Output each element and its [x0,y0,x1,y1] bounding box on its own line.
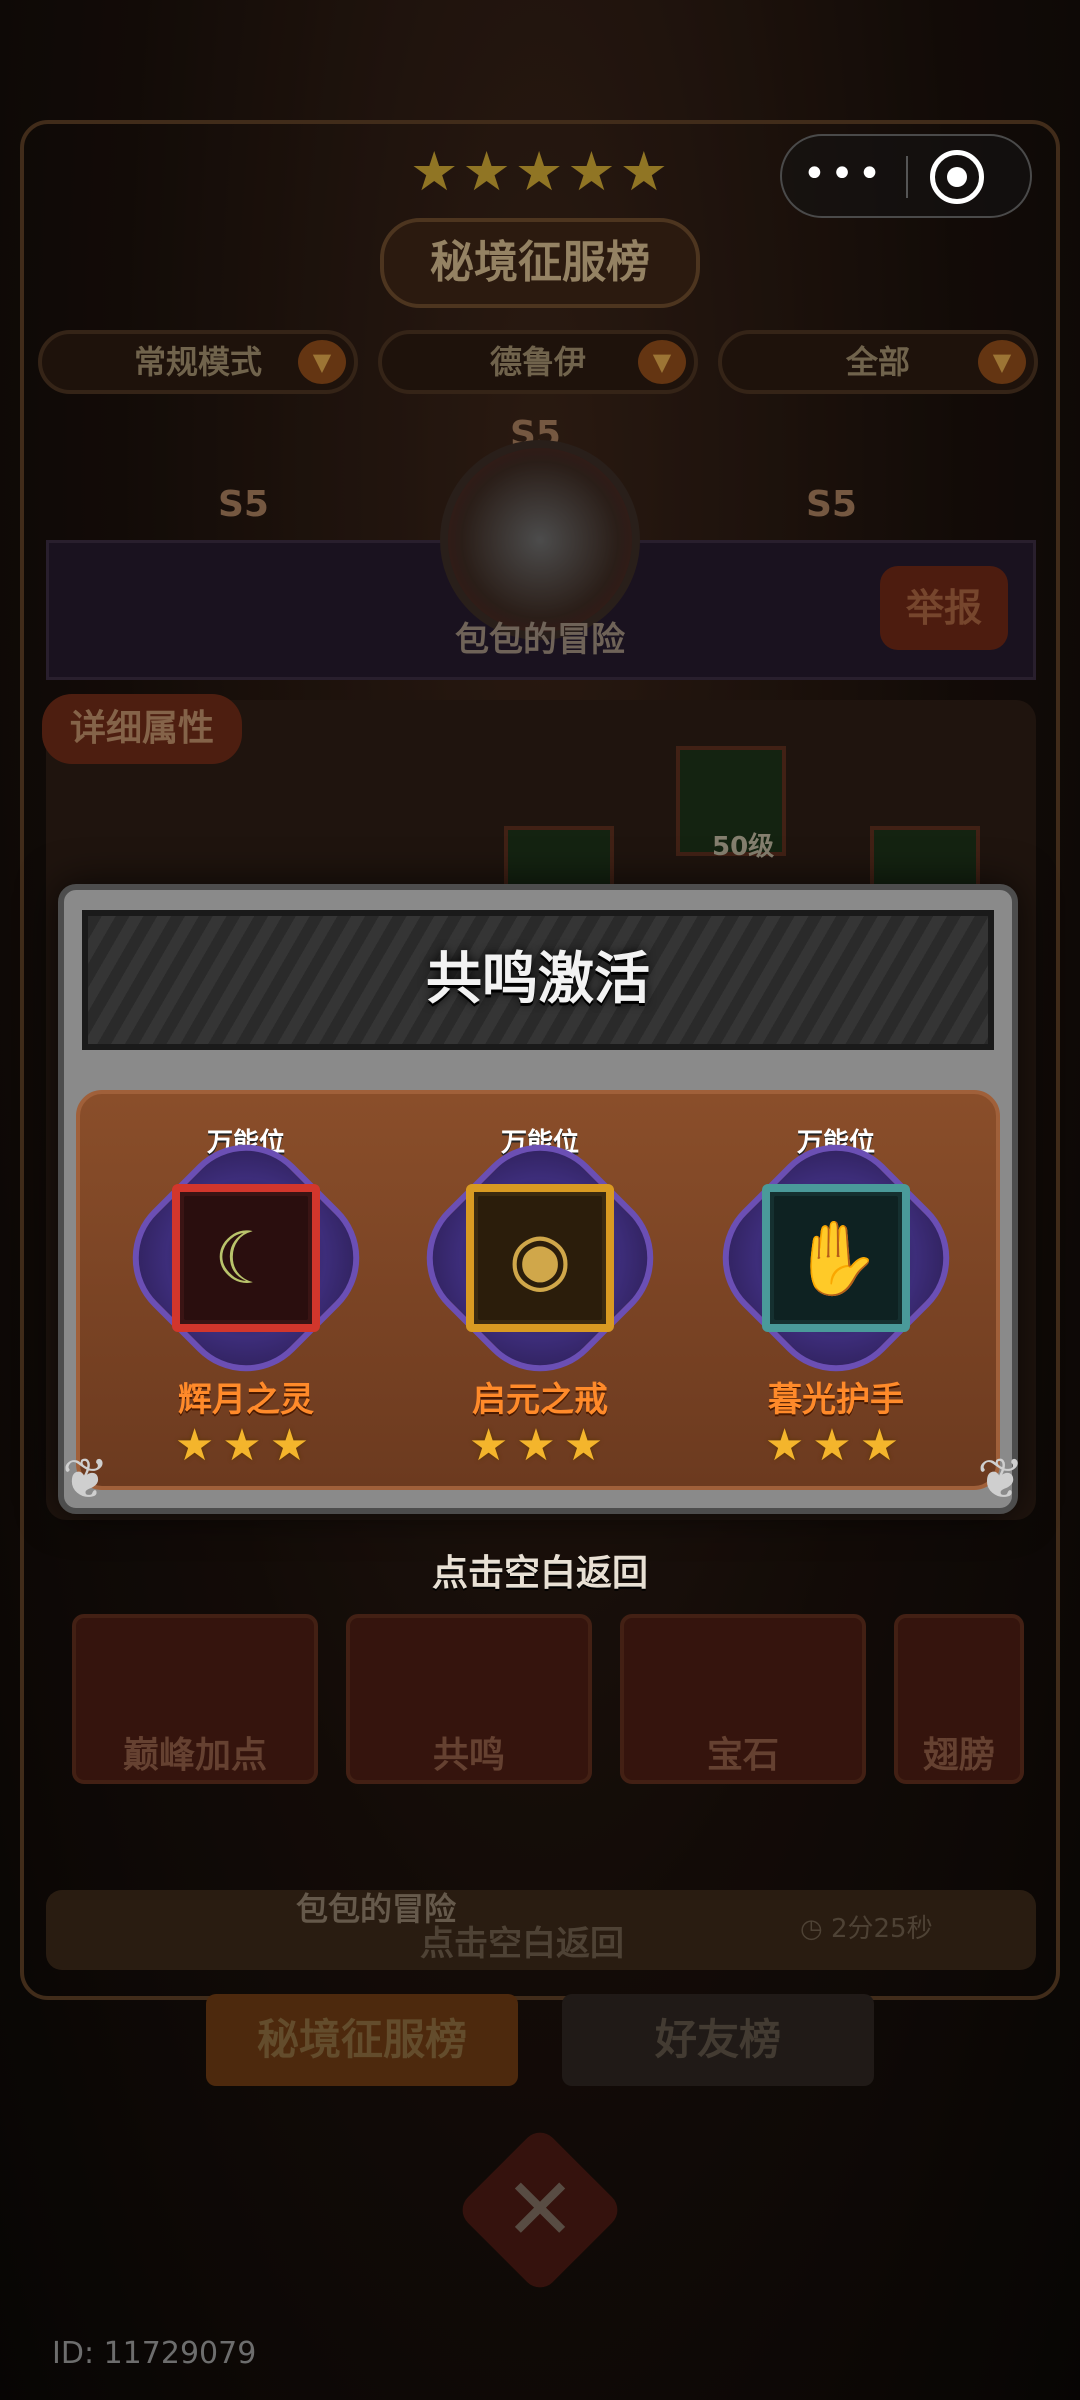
tap-blank-to-return: 点击空白返回 [431,1553,648,1594]
miniprogram-capsule: ••• [780,134,1032,218]
crescent-staff-icon: ☾ [184,1196,308,1320]
ornament-corner-icon: ❦ [977,1447,1024,1512]
modal-header: 共鸣激活 [82,910,994,1050]
modal-title: 共鸣激活 [426,947,650,1012]
item-frame: ☾ [172,1184,320,1332]
user-id: ID: 11729079 [52,2336,257,2371]
more-icon[interactable]: ••• [782,136,906,216]
star-rating: ★★★ [764,1420,908,1471]
item-frame: ✋ [762,1184,910,1332]
resonance-modal: 共鸣激活 万能位 ☾ 辉月之灵 ★★★ 万能位 ◉ 启元之戒 ★★★ 万能位 ✋… [58,884,1024,1514]
resonance-item[interactable]: 万能位 ◉ 启元之戒 ★★★ [398,1116,682,1471]
game-screen: ★★★★★ 秘境征服榜 常规模式 ▼ 德鲁伊 ▼ 全部 ▼ S5 S5 S5 包… [0,0,1080,2400]
ring-icon: ◉ [478,1196,602,1320]
resonance-item[interactable]: 万能位 ☾ 辉月之灵 ★★★ [104,1116,388,1471]
capsule-divider [906,156,908,198]
item-frame: ◉ [466,1184,614,1332]
star-rating: ★★★ [174,1420,318,1471]
modal-body: 万能位 ☾ 辉月之灵 ★★★ 万能位 ◉ 启元之戒 ★★★ 万能位 ✋ 暮光护手… [76,1090,1000,1490]
item-name: 启元之戒 [472,1380,608,1420]
item-name: 暮光护手 [768,1380,904,1420]
target-icon[interactable] [930,150,984,204]
star-rating: ★★★ [468,1420,612,1471]
ornament-corner-icon: ❦ [62,1447,109,1512]
item-name: 辉月之灵 [178,1380,314,1420]
resonance-item[interactable]: 万能位 ✋ 暮光护手 ★★★ [694,1116,978,1471]
gauntlet-icon: ✋ [774,1196,898,1320]
